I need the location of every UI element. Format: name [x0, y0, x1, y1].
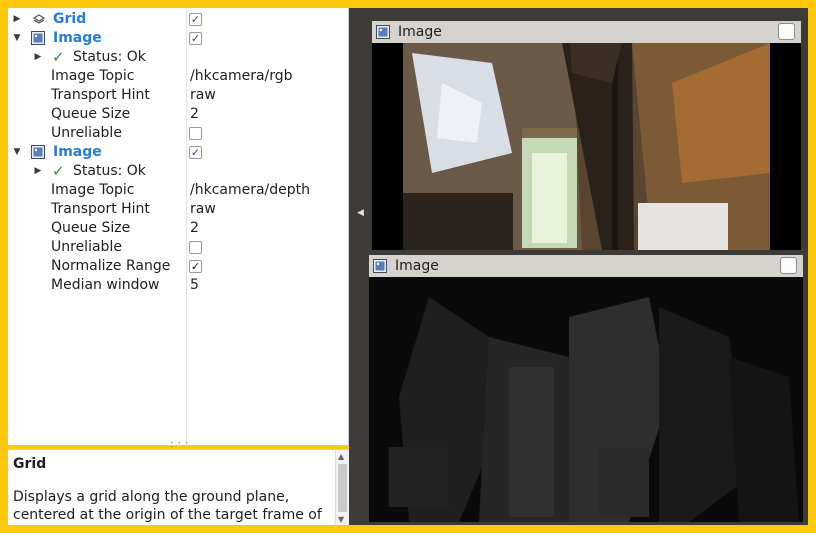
- depth-image-viewport: [369, 277, 803, 522]
- queue-size-value[interactable]: 2: [190, 105, 199, 124]
- prop-label: Transport Hint: [51, 201, 150, 217]
- description-scrollbar[interactable]: ▲ ▼: [335, 450, 349, 525]
- image-depth-unreliable-row[interactable]: Unreliable: [8, 238, 348, 257]
- image-panel-depth: Image: [369, 255, 803, 522]
- panel-title-bar[interactable]: Image: [369, 255, 803, 277]
- image-depth-enabled-checkbox[interactable]: ✓: [189, 146, 202, 159]
- checkmark-icon: ✓: [52, 48, 65, 66]
- image-topic-value[interactable]: /hkcamera/rgb: [190, 67, 293, 86]
- unreliable-checkbox[interactable]: [189, 241, 202, 254]
- transport-hint-value[interactable]: raw: [190, 86, 216, 105]
- panel-float-button[interactable]: [780, 257, 797, 274]
- queue-size-value[interactable]: 2: [190, 219, 199, 238]
- image-display-icon: [373, 259, 387, 273]
- expand-arrow-icon[interactable]: ▶: [33, 48, 43, 67]
- grid-layers-icon: [32, 14, 46, 24]
- display-image-rgb-row[interactable]: ▼ Image ✓: [8, 29, 348, 48]
- description-panel: Grid Displays a grid along the ground pl…: [8, 449, 349, 525]
- prop-label: Image Topic: [51, 182, 135, 198]
- image-depth-topic-row[interactable]: Image Topic /hkcamera/depth: [8, 181, 348, 200]
- splitter-handle[interactable]: • • • •: [170, 441, 190, 451]
- prop-label: Median window: [51, 277, 160, 293]
- image-depth-normalize-row[interactable]: Normalize Range ✓: [8, 257, 348, 276]
- image-depth-queue-row[interactable]: Queue Size 2: [8, 219, 348, 238]
- image-depth-median-row[interactable]: Median window 5: [8, 276, 348, 295]
- collapse-arrow-icon[interactable]: ▼: [12, 143, 22, 162]
- scroll-down-icon[interactable]: ▼: [338, 515, 344, 524]
- panel-title: Image: [395, 258, 439, 274]
- image-display-icon: [376, 25, 390, 39]
- image-depth-transport-row[interactable]: Transport Hint raw: [8, 200, 348, 219]
- prop-label: Queue Size: [51, 220, 131, 236]
- panel-float-button[interactable]: [778, 23, 795, 40]
- grid-enabled-checkbox[interactable]: ✓: [189, 13, 202, 26]
- camera-rgb-image: [372, 43, 801, 250]
- status-label: Status: Ok: [73, 49, 146, 65]
- panel-title-bar[interactable]: Image: [372, 21, 801, 43]
- rgb-image-viewport: [372, 43, 801, 250]
- image-rgb-unreliable-row[interactable]: Unreliable: [8, 124, 348, 143]
- image-panel-rgb: Image: [372, 21, 801, 250]
- image-rgb-queue-row[interactable]: Queue Size 2: [8, 105, 348, 124]
- prop-label: Transport Hint: [51, 87, 150, 103]
- status-label: Status: Ok: [73, 163, 146, 179]
- scroll-up-icon[interactable]: ▲: [338, 452, 344, 461]
- checkmark-icon: ✓: [52, 162, 65, 180]
- prop-label: Queue Size: [51, 106, 131, 122]
- display-image-depth-label: Image: [53, 144, 102, 160]
- expand-arrow-icon[interactable]: ▶: [33, 162, 43, 181]
- prop-label: Image Topic: [51, 68, 135, 84]
- image-depth-status-row[interactable]: ▶ ✓ Status: Ok: [8, 162, 348, 181]
- image-rgb-topic-row[interactable]: Image Topic /hkcamera/rgb: [8, 67, 348, 86]
- median-window-value[interactable]: 5: [190, 276, 199, 295]
- collapse-arrow-icon[interactable]: ▼: [12, 29, 22, 48]
- normalize-range-checkbox[interactable]: ✓: [189, 260, 202, 273]
- image-display-icon: [31, 31, 45, 45]
- collapse-panel-icon[interactable]: ◀: [357, 208, 367, 224]
- prop-label: Unreliable: [51, 239, 122, 255]
- transport-hint-value[interactable]: raw: [190, 200, 216, 219]
- image-display-icon: [31, 145, 45, 159]
- display-image-depth-row[interactable]: ▼ Image ✓: [8, 143, 348, 162]
- image-rgb-status-row[interactable]: ▶ ✓ Status: Ok: [8, 48, 348, 67]
- image-rgb-transport-row[interactable]: Transport Hint raw: [8, 86, 348, 105]
- description-title: Grid: [13, 456, 47, 472]
- description-text: Displays a grid along the ground plane, …: [13, 489, 322, 523]
- display-grid-label: Grid: [53, 11, 87, 27]
- image-rgb-enabled-checkbox[interactable]: ✓: [189, 32, 202, 45]
- camera-depth-image: [369, 277, 803, 522]
- scroll-thumb[interactable]: [338, 464, 347, 512]
- expand-arrow-icon[interactable]: ▶: [12, 10, 22, 29]
- unreliable-checkbox[interactable]: [189, 127, 202, 140]
- prop-label: Unreliable: [51, 125, 122, 141]
- display-grid-row[interactable]: ▶ Grid ✓: [8, 10, 348, 29]
- panel-title: Image: [398, 24, 442, 40]
- image-topic-value[interactable]: /hkcamera/depth: [190, 181, 310, 200]
- prop-label: Normalize Range: [51, 258, 171, 274]
- displays-panel: ▶ Grid ✓ ▼ Image ✓ ▶ ✓ Status: Ok Image …: [8, 8, 349, 445]
- display-image-rgb-label: Image: [53, 30, 102, 46]
